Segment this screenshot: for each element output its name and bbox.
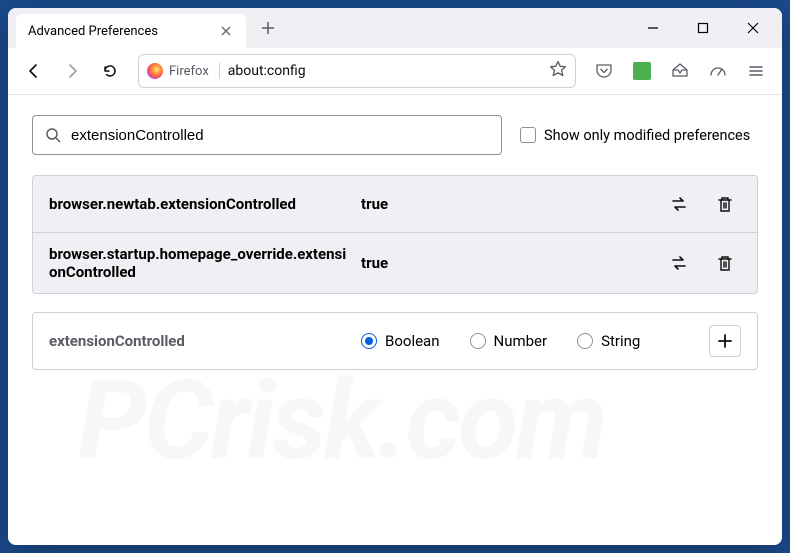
- window-controls: [632, 12, 774, 44]
- radio-icon: [361, 333, 377, 349]
- search-input[interactable]: [71, 127, 489, 144]
- forward-button[interactable]: [56, 55, 88, 87]
- radio-number[interactable]: Number: [470, 332, 548, 350]
- minimize-button[interactable]: [632, 12, 674, 44]
- radio-boolean[interactable]: Boolean: [361, 332, 440, 350]
- pref-name: browser.startup.homepage_override.extens…: [49, 245, 349, 281]
- url-bar[interactable]: Firefox about:config: [138, 54, 576, 88]
- identity-label: Firefox: [169, 64, 209, 79]
- config-row[interactable]: browser.startup.homepage_override.extens…: [33, 232, 757, 293]
- search-icon: [45, 127, 61, 143]
- pocket-button[interactable]: [588, 55, 620, 87]
- show-only-modified-checkbox[interactable]: Show only modified preferences: [520, 127, 750, 144]
- checkbox-icon: [520, 127, 536, 143]
- new-pref-name: extensionControlled: [49, 332, 349, 350]
- tab-title: Advanced Preferences: [28, 24, 158, 39]
- config-row[interactable]: browser.newtab.extensionControlled true: [33, 176, 757, 232]
- radio-label: Boolean: [385, 332, 440, 350]
- pref-value: true: [361, 254, 651, 272]
- app-menu-button[interactable]: [740, 55, 772, 87]
- extension-icon: [633, 62, 651, 80]
- url-text: about:config: [228, 63, 541, 79]
- maximize-button[interactable]: [682, 12, 724, 44]
- config-table: browser.newtab.extensionControlled true …: [32, 175, 758, 294]
- radio-string[interactable]: String: [577, 332, 640, 350]
- identity-box[interactable]: Firefox: [147, 63, 220, 79]
- bookmark-star-icon[interactable]: [549, 60, 567, 82]
- about-config-page: Show only modified preferences browser.n…: [8, 95, 782, 545]
- close-window-button[interactable]: [732, 12, 774, 44]
- radio-label: String: [601, 332, 640, 350]
- close-tab-button[interactable]: [218, 23, 234, 39]
- radio-icon: [577, 333, 593, 349]
- radio-icon: [470, 333, 486, 349]
- radio-label: Number: [494, 332, 548, 350]
- back-button[interactable]: [18, 55, 50, 87]
- toggle-button[interactable]: [663, 188, 695, 220]
- dashboard-button[interactable]: [702, 55, 734, 87]
- titlebar: Advanced Preferences: [8, 8, 782, 48]
- firefox-logo-icon: [147, 63, 163, 79]
- search-box[interactable]: [32, 115, 502, 155]
- toggle-button[interactable]: [663, 247, 695, 279]
- inbox-button[interactable]: [664, 55, 696, 87]
- extension-button[interactable]: [626, 55, 658, 87]
- tab-advanced-preferences[interactable]: Advanced Preferences: [16, 14, 246, 48]
- new-pref-row: extensionControlled Boolean Number Strin…: [32, 312, 758, 370]
- add-pref-button[interactable]: [709, 325, 741, 357]
- delete-button[interactable]: [709, 247, 741, 279]
- navigation-toolbar: Firefox about:config: [8, 48, 782, 95]
- delete-button[interactable]: [709, 188, 741, 220]
- new-tab-button[interactable]: [254, 14, 282, 42]
- type-radio-group: Boolean Number String: [361, 332, 697, 350]
- pref-name: browser.newtab.extensionControlled: [49, 195, 349, 213]
- pref-value: true: [361, 195, 651, 213]
- watermark: PCrisk.com: [78, 356, 732, 485]
- show-only-modified-label: Show only modified preferences: [544, 127, 750, 144]
- reload-button[interactable]: [94, 55, 126, 87]
